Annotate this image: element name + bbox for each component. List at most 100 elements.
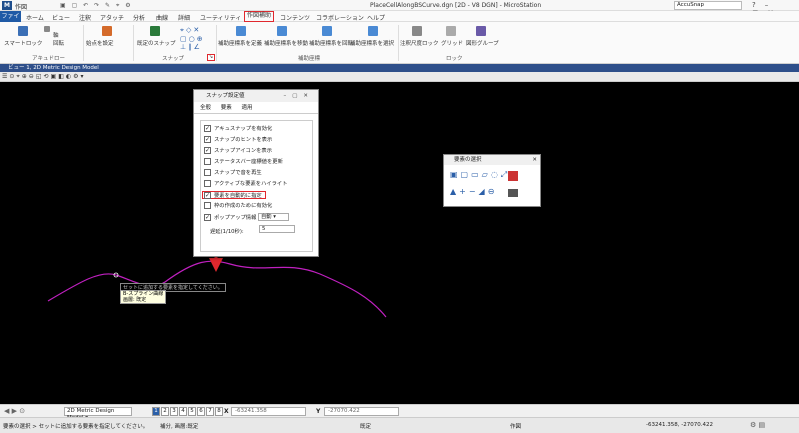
snap-mode-icons[interactable]: ⌖◇✕ ▢○⊕ ⊥∥∠ [180, 26, 205, 51]
smartlock-button[interactable]: スマートロック [4, 39, 42, 47]
acs-move-button[interactable]: 補助座標系を移動 [264, 39, 308, 47]
workspace-selector[interactable]: 作図 [15, 2, 27, 11]
popup-mode-select[interactable]: 自動 ▾ [258, 213, 289, 221]
origin-set-button[interactable]: 始点を設定 [86, 39, 114, 47]
view-button[interactable]: 1 [152, 407, 160, 416]
tab-file[interactable]: ファイル [0, 11, 21, 31]
view-button[interactable]: 4 [179, 407, 187, 416]
annotation-scale-lock-button[interactable]: 注釈尺度ロック [400, 39, 439, 47]
snap-option-checkbox[interactable] [204, 169, 211, 176]
tab-drawing-aids[interactable]: 作図補助 [244, 11, 275, 22]
snap-option-checkbox[interactable] [204, 158, 211, 165]
tab-attach[interactable]: アタッチ [100, 13, 124, 22]
status-tools-icon[interactable]: ⚙ ▤ [750, 421, 765, 429]
dialog-tabs: 全般 要素 適用 [194, 102, 318, 114]
snap-option-label: スナップで音を再生 [214, 170, 262, 176]
snap-option-checkbox[interactable]: ✓ [204, 136, 211, 143]
snap-option-row[interactable]: 枠の作成のために有効化 [204, 202, 272, 210]
palette-title: 要素の選択 [454, 157, 482, 163]
tab-collaborate[interactable]: コラボレーション [316, 13, 364, 22]
snap-option-checkbox[interactable]: ✓ [204, 192, 211, 199]
snap-option-row[interactable]: スナップで音を再生 [204, 169, 262, 177]
acs-rotate-button[interactable]: 補助座標系を回転 [309, 39, 353, 47]
ribbon: スマートロック 軸 回転 アキュドロー 始点を設定 既定のスナップ ⌖◇✕ ▢○⊕… [0, 22, 799, 64]
acs-move-icon [277, 26, 287, 36]
snap-status: 補分, 画層:既定 [160, 424, 199, 430]
tab-element[interactable]: 要素 [221, 105, 232, 111]
divider [133, 25, 134, 61]
snap-option-row[interactable]: ステータスバー座標値を更新 [204, 158, 283, 166]
dialog-title: スナップ設定値 [206, 93, 245, 99]
delay-input[interactable]: 5 [259, 225, 295, 233]
axis-button[interactable]: 軸 [53, 31, 59, 39]
tab-utilities[interactable]: ユーティリティ [200, 13, 241, 22]
divider [216, 25, 217, 61]
tab-analyze[interactable]: 分析 [133, 13, 145, 22]
window-title: PlaceCellAlongBSCurve.dgn [2D - V8 DGN] … [370, 2, 542, 9]
view-title: ビュー 1, 2D Metric Design Model [0, 64, 799, 72]
tab-content[interactable]: コンテンツ [280, 13, 310, 22]
dialog-window-controls[interactable]: –▢✕ [283, 90, 314, 102]
acs-define-button[interactable]: 補助座標系を定義 [218, 39, 262, 47]
snap-option-checkbox[interactable] [204, 180, 211, 187]
view-button[interactable]: 2 [161, 407, 169, 416]
nav-arrows-icon[interactable]: ◀ ▶ ⊙ [4, 407, 25, 415]
y-label: Y [316, 408, 321, 415]
snap-option-row[interactable]: ✓ スナップのヒントを表示 [204, 136, 272, 144]
model-select[interactable]: 2D Metric Design Model ▾ [64, 407, 132, 421]
tab-home[interactable]: ホーム [26, 13, 44, 22]
quick-access-toolbar[interactable]: ▣ ▢ ↶ ↷ ✎ ⌖ ⚙ [60, 2, 133, 10]
popup-checkbox[interactable]: ✓ [204, 214, 211, 221]
snap-option-label: スナップのヒントを表示 [214, 137, 273, 143]
view-button[interactable]: 3 [170, 407, 178, 416]
snap-option-row[interactable]: アクティブな要素をハイライト [204, 180, 287, 188]
title-bar: M 作図 ▣ ▢ ↶ ↷ ✎ ⌖ ⚙ PlaceCellAlongBSCurve… [0, 0, 799, 17]
group-accudraw: アキュドロー [32, 56, 66, 62]
lock-icon [44, 26, 50, 32]
view-button[interactable]: 7 [206, 407, 214, 416]
snap-icon [150, 26, 160, 36]
tab-annotate[interactable]: 注釈 [79, 13, 91, 22]
x-label: X [224, 408, 229, 415]
tab-view[interactable]: ビュー [52, 13, 70, 22]
tab-detail[interactable]: 詳細 [178, 13, 190, 22]
default-snap-button[interactable]: 既定のスナップ [137, 39, 176, 47]
snap-option-row[interactable]: ✓ スナップアイコンを表示 [204, 147, 272, 155]
snap-option-checkbox[interactable] [204, 202, 211, 209]
tab-help[interactable]: ヘルプ [367, 13, 385, 22]
snap-dialog-launcher-icon[interactable]: ↘ [207, 54, 215, 61]
snap-option-checkbox[interactable]: ✓ [204, 125, 211, 132]
y-coordinate-field[interactable]: -27070.422 [324, 407, 399, 416]
microstation-logo-icon: M [2, 1, 12, 10]
workspace-status: 作図 [510, 424, 522, 430]
clear-selection-icon[interactable] [508, 171, 518, 181]
view-button[interactable]: 6 [197, 407, 205, 416]
selection-mode-icons[interactable]: ▣▢▭▱◌⤢ [450, 170, 510, 180]
acs-select-button[interactable]: 補助座標系を選択 [350, 39, 394, 47]
graphic-group-button[interactable]: 図形グループ [466, 39, 499, 47]
view-toolbar[interactable]: ☰⊙⌖⊕⊖◱⟲▣◧◐⚙▾ [0, 72, 799, 82]
selection-options-icon[interactable] [508, 189, 518, 197]
tab-apply[interactable]: 適用 [242, 105, 253, 111]
annotation-lock-icon [412, 26, 422, 36]
snap-option-checkbox[interactable]: ✓ [204, 147, 211, 154]
popup-info-row[interactable]: ✓ ポップアップ情報 [204, 214, 256, 222]
search-input[interactable]: AccuSnap [674, 1, 742, 10]
tab-general[interactable]: 全般 [200, 105, 211, 111]
group-acs: 補助座標 [298, 56, 321, 62]
snap-option-row[interactable]: ✓ アキュスナップを有効化 [204, 125, 272, 133]
snap-option-row[interactable]: ✓ 要素を自動的に指定 [202, 191, 266, 199]
grid-button[interactable]: グリッド [441, 39, 463, 47]
delay-label: 遅延(1/10秒): [210, 229, 244, 235]
selection-method-icons[interactable]: ▲+−◢⊖ [450, 187, 497, 196]
snap-option-label: スナップアイコンを表示 [214, 148, 273, 154]
rotate-button[interactable]: 回転 [53, 39, 64, 47]
view-button[interactable]: 8 [215, 407, 223, 416]
smartlock-icon [18, 26, 28, 36]
view-button[interactable]: 5 [188, 407, 196, 416]
x-coordinate-field[interactable]: -63241.358 [231, 407, 306, 416]
tab-curves[interactable]: 曲線 [156, 13, 168, 22]
drawing-canvas[interactable] [0, 82, 799, 404]
palette-close-icon[interactable]: ✕ [532, 155, 537, 165]
dialog-header: スナップ設定値 –▢✕ [194, 90, 318, 102]
